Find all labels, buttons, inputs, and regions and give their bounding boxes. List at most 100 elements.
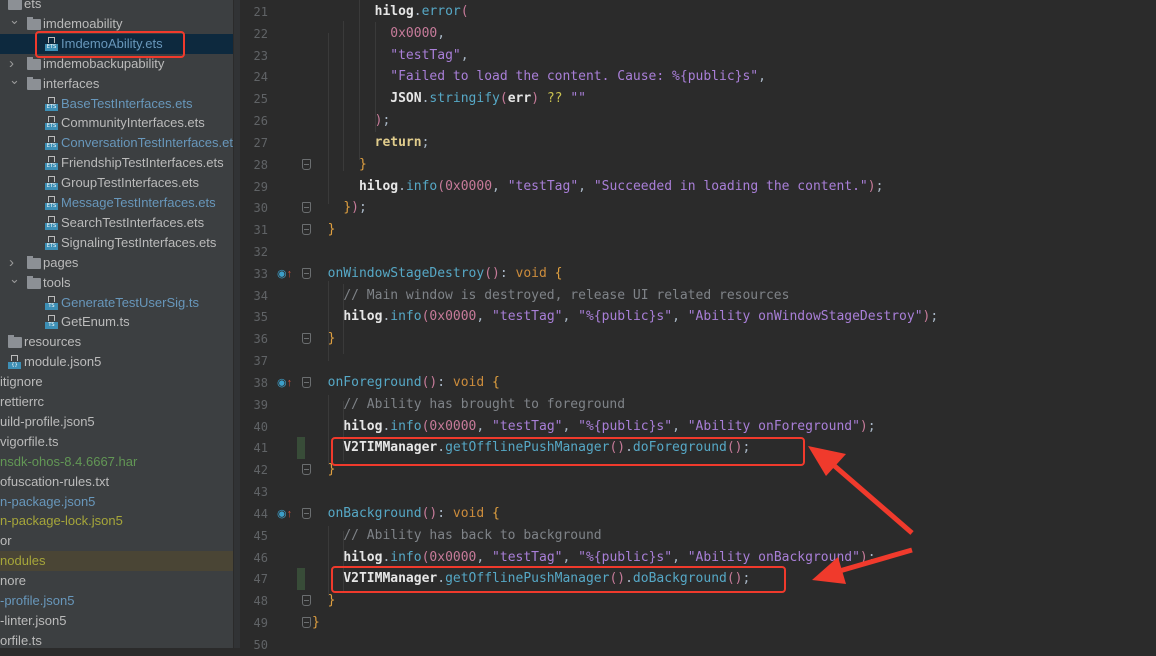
tree-item[interactable]: ofuscation-rules.txt [0,472,233,492]
code-token: ; [382,113,391,129]
code-line[interactable]: hilog.info(0x0000, "testTag", "%{public}… [312,416,875,438]
code-token: , [476,309,493,325]
change-marker[interactable] [297,568,305,591]
tree-item[interactable]: ⌄ interfaces [0,72,233,94]
code-line[interactable]: } [312,590,336,612]
code-line[interactable]: } [312,612,320,634]
code-token: info [390,309,422,325]
code-line[interactable]: hilog.info(0x0000, "testTag", "Succeeded… [312,176,883,198]
tree-item[interactable]: rettierrc [0,392,233,412]
code-line[interactable]: "Failed to load the content. Cause: %{pu… [312,66,766,88]
panel-splitter[interactable] [233,0,240,648]
fold-marker-icon[interactable] [302,616,311,628]
tree-item[interactable]: vigorfile.ts [0,432,233,452]
code-line[interactable]: onForeground(): void { [312,372,500,394]
code-line[interactable]: } [312,154,367,176]
tree-item-label: nodules [0,553,46,569]
code-line[interactable]: ); [312,110,391,132]
line-number: 29 [253,179,268,194]
folder-icon [8,335,22,349]
code-line[interactable]: // Main window is destroyed, release UI … [312,285,789,307]
fold-marker-icon[interactable] [302,158,311,170]
code-token: : [437,374,453,390]
code-line[interactable]: onWindowStageDestroy(): void { [312,263,563,285]
line-number: 31 [253,223,268,238]
fold-marker-icon[interactable] [302,333,311,345]
override-method-icon[interactable]: ◉↑ [277,263,292,285]
chevron-right-icon[interactable]: › [9,54,19,72]
code-token: , [492,178,508,194]
chevron-down-icon[interactable]: ⌄ [9,10,20,27]
tree-item[interactable]: uild-profile.json5 [0,412,233,432]
tree-item[interactable]: ETS GroupTestInterfaces.ets [0,173,233,193]
code-line[interactable]: // Ability has brought to foreground [312,394,625,416]
tree-item[interactable]: TS GenerateTestUserSig.ts [0,293,233,313]
fold-marker-icon[interactable] [302,464,311,476]
line-number: 50 [253,637,268,652]
change-marker[interactable] [297,437,305,460]
fold-marker-icon[interactable] [302,376,311,388]
tree-item-label: uild-profile.json5 [0,413,95,429]
tree-item[interactable]: ⌄ tools [0,271,233,293]
code-line[interactable]: onBackground(): void { [312,503,500,525]
code-line[interactable]: // Ability has back to background [312,525,601,547]
chevron-right-icon[interactable]: › [9,253,19,271]
override-method-icon[interactable]: ◉↑ [277,503,292,525]
tree-item[interactable]: TS GetEnum.ts [0,312,233,332]
line-number: 21 [253,5,268,19]
tree-item[interactable]: nodules [0,551,233,572]
tree-item[interactable]: ETS CommunityInterfaces.ets [0,113,233,133]
code-line[interactable]: }); [312,197,366,219]
override-method-icon[interactable]: ◉↑ [277,372,292,394]
tree-item-label: SearchTestInterfaces.ets [61,214,205,230]
tree-item-label: resources [24,334,82,350]
tree-item[interactable]: ETS SearchTestInterfaces.ets [0,213,233,233]
code-line[interactable]: hilog.error( [312,1,469,23]
tree-item[interactable]: -profile.json5 [0,591,233,611]
code-line[interactable]: "testTag", [312,45,468,67]
tree-item[interactable]: › pages [0,253,233,273]
line-number: 39 [253,397,268,412]
tree-item[interactable]: orfile.ts [0,631,233,648]
code-line[interactable]: JSON.stringify(err) ?? "" [312,88,586,110]
fold-marker-icon[interactable] [302,507,311,519]
project-tree: ⌄ets⌄imdemoabilityETSImdemoAbility.ets›i… [0,0,233,648]
code-token: , [562,309,579,325]
tree-item[interactable]: nsdk-ohos-8.4.6667.har [0,452,233,472]
fold-marker-icon[interactable] [302,267,311,279]
fold-marker-icon[interactable] [302,202,311,214]
tree-item[interactable]: ETS BaseTestInterfaces.ets [0,94,233,114]
code-token: , [562,418,579,434]
tree-item[interactable]: n-package.json5 [0,492,233,512]
tree-item[interactable]: -linter.json5 [0,611,233,631]
tree-item[interactable]: ⌄ets [0,0,233,14]
tree-item[interactable]: resources [0,332,233,352]
tree-item[interactable]: n-package-lock.json5 [0,511,233,531]
tree-item[interactable]: itignore [0,372,233,392]
code-line[interactable]: return; [312,132,430,154]
code-line[interactable]: } [312,219,336,241]
tree-item[interactable]: ETS FriendshipTestInterfaces.ets [0,153,233,173]
tree-item-label: ofuscation-rules.txt [0,473,110,489]
code-token: "Succeeded in loading the content." [593,178,868,194]
tree-item[interactable]: ETS ConversationTestInterfaces.ets [0,133,233,153]
tree-item[interactable]: {} module.json5 [0,352,233,372]
ets-file-icon: ETS [45,235,58,250]
tree-item[interactable]: ETS SignalingTestInterfaces.ets [0,233,233,253]
tree-item[interactable]: nore [0,571,233,591]
tree-item[interactable]: ETS MessageTestInterfaces.ets [0,193,233,213]
line-number: 30 [253,201,268,216]
chevron-down-icon[interactable]: ⌄ [9,70,20,87]
fold-marker-icon[interactable] [302,224,311,236]
tree-item[interactable]: or [0,531,233,551]
code-line[interactable]: hilog.info(0x0000, "testTag", "%{public}… [312,306,938,328]
code-token: info [390,418,422,434]
code-token: . [413,4,422,19]
code-line[interactable]: 0x0000, [312,23,445,45]
code-token: , [672,549,688,565]
code-line[interactable]: } [312,328,336,350]
chevron-down-icon[interactable]: ⌄ [9,269,20,286]
fold-marker-icon[interactable] [302,595,311,607]
